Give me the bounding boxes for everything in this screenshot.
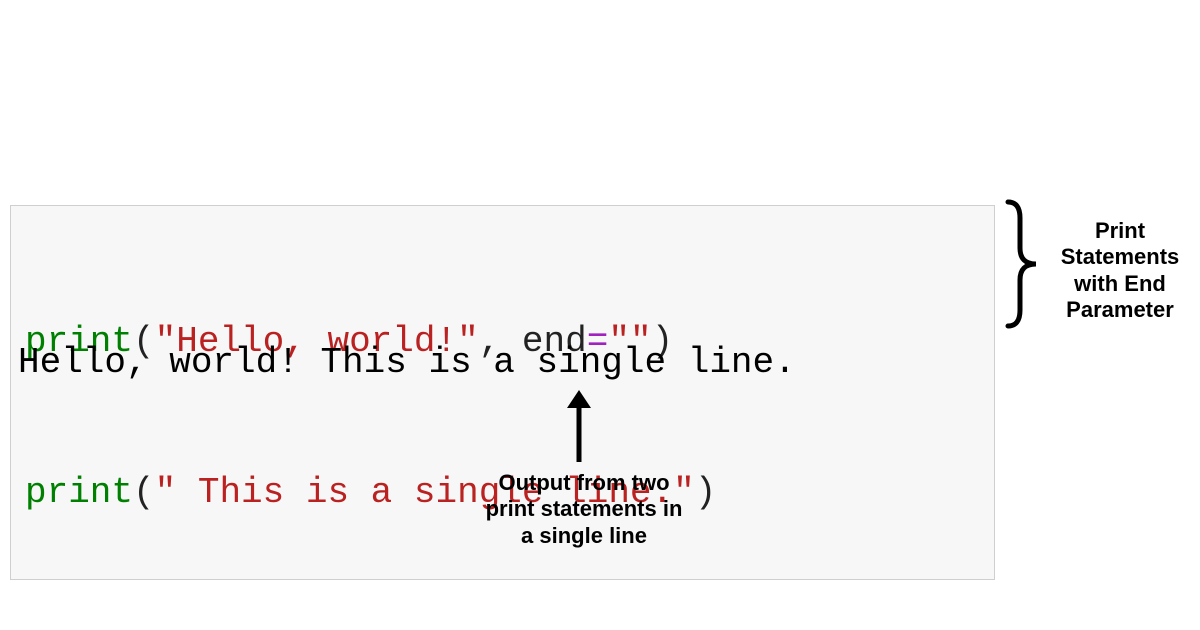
- annotation-right: Print Statements with End Parameter: [1050, 218, 1190, 324]
- code-token-close-paren: ): [695, 472, 717, 513]
- curly-brace-icon: [1000, 198, 1040, 330]
- code-token-open-paren: (: [133, 472, 155, 513]
- code-token-func: print: [25, 472, 133, 513]
- output-line: Hello, world! This is a single line.: [18, 342, 796, 383]
- up-arrow-icon: [564, 390, 594, 465]
- annotation-bottom: Output from two print statements in a si…: [484, 470, 684, 549]
